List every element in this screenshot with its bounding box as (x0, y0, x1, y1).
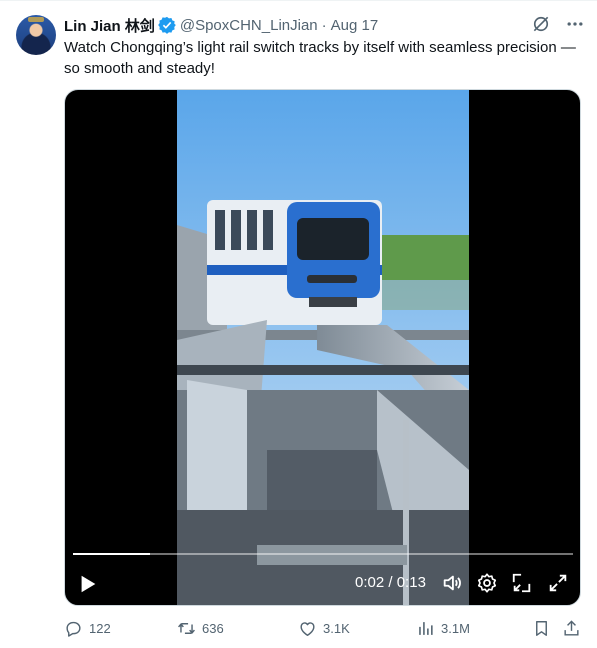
verified-badge-icon[interactable] (158, 16, 176, 34)
video-controls: 0:02 / 0:13 (65, 567, 580, 603)
author-name[interactable]: Lin Jian 林剑 (64, 15, 155, 36)
video-still-image (177, 90, 469, 605)
bookmark-button[interactable] (532, 619, 551, 638)
author-handle[interactable]: @SpoxCHN_LinJian (180, 17, 318, 34)
reply-icon (66, 621, 81, 637)
tweet-date[interactable]: Aug 17 (331, 17, 379, 34)
tweet-action-bar: 122 636 3.1K 3.1M (64, 615, 586, 643)
like-count: 3.1K (323, 621, 350, 636)
avatar-emblem (28, 17, 44, 22)
pip-icon[interactable] (511, 572, 533, 594)
bookmark-icon (536, 621, 547, 636)
volume-icon[interactable] (441, 572, 463, 594)
share-button[interactable] (562, 619, 581, 638)
repost-icon (178, 623, 195, 634)
tweet-text: Watch Chongqing’s light rail switch trac… (64, 39, 576, 77)
video-frame[interactable] (177, 90, 469, 605)
like-icon (300, 622, 315, 636)
avatar[interactable] (16, 15, 56, 55)
reply-button[interactable]: 122 (64, 619, 111, 638)
settings-icon[interactable] (476, 572, 498, 594)
video-time-total: 0:13 (396, 574, 426, 591)
play-icon[interactable] (77, 573, 99, 595)
repost-count: 636 (202, 621, 224, 636)
share-icon (564, 620, 579, 636)
video-time-current: 0:02 (355, 574, 385, 591)
views-icon (419, 622, 433, 635)
video-progress-fill (73, 553, 150, 555)
grok-icon[interactable] (531, 14, 551, 34)
video-time: 0:02 / 0:13 (355, 574, 426, 591)
views-count: 3.1M (441, 621, 470, 636)
tweet-header: Lin Jian 林剑 @SpoxCHN_LinJian · Aug 17 (64, 15, 378, 35)
video-progress-bar[interactable] (73, 553, 573, 555)
like-button[interactable]: 3.1K (298, 619, 350, 638)
video-time-separator: / (388, 574, 393, 591)
tweet-card[interactable]: Lin Jian 林剑 @SpoxCHN_LinJian · Aug 17 Wa… (0, 0, 597, 648)
video-player[interactable]: 0:02 / 0:13 (64, 89, 581, 606)
fullscreen-icon[interactable] (547, 572, 569, 594)
reply-count: 122 (89, 621, 111, 636)
more-icon[interactable] (565, 14, 585, 34)
header-separator: · (321, 16, 327, 34)
tweet-top-actions (531, 14, 585, 34)
repost-button[interactable]: 636 (177, 619, 224, 638)
views-button[interactable]: 3.1M (416, 619, 470, 638)
